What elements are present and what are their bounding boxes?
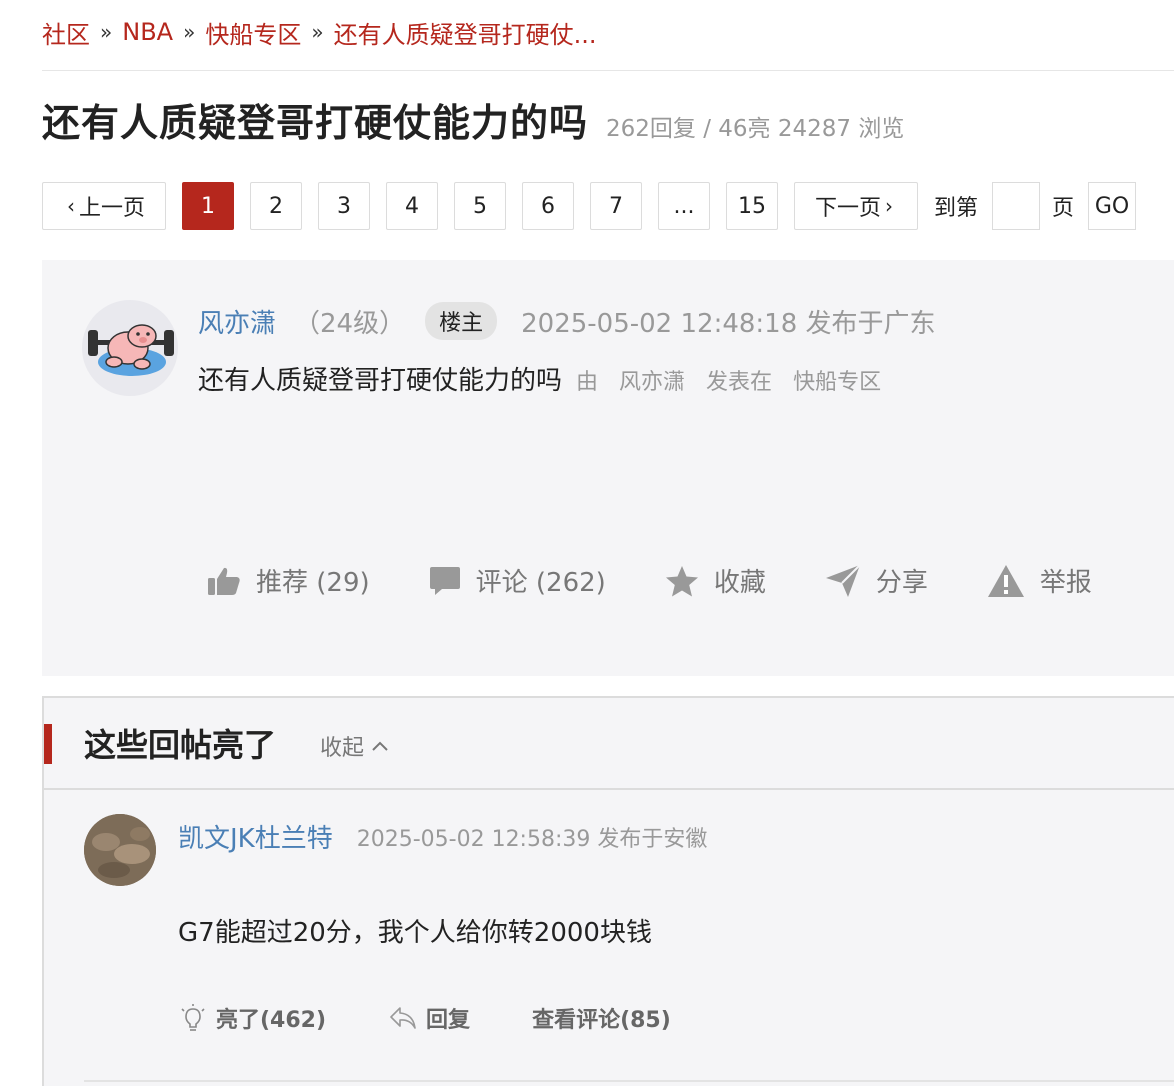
breadcrumb-current-thread[interactable]: 还有人质疑登哥打硬仗...	[334, 15, 597, 50]
page-button-2[interactable]: 2	[250, 182, 302, 230]
recommend-label: 推荐 (29)	[256, 568, 370, 598]
breadcrumb-separator: »	[311, 20, 324, 44]
chevron-left-icon: ‹	[66, 194, 75, 218]
reply-meta: 凯文JK杜兰特 2025-05-02 12:58:39 发布于安徽	[178, 818, 707, 855]
pig-avatar-icon	[88, 324, 174, 376]
page-title: 还有人质疑登哥打硬仗能力的吗	[42, 101, 589, 145]
thread-header: 还有人质疑登哥打硬仗能力的吗 262回复 / 46亮 24287 浏览	[42, 92, 904, 147]
page-button-4[interactable]: 4	[386, 182, 438, 230]
reply-item: 凯文JK杜兰特 2025-05-02 12:58:39 发布于安徽 G7能超过2…	[44, 790, 1174, 1086]
thread-stats: 262回复 / 46亮 24287 浏览	[606, 116, 905, 142]
post-meta: 风亦潇 （24级） 楼主 2025-05-02 12:48:18 发布于广东	[198, 302, 936, 340]
avatar[interactable]	[84, 814, 156, 886]
reply-button[interactable]: 回复	[388, 1002, 470, 1034]
author-level: （24级）	[294, 308, 406, 339]
post-author[interactable]: 风亦潇	[198, 303, 276, 340]
chevron-right-icon: ›	[885, 194, 893, 218]
share-button[interactable]: 分享	[824, 562, 928, 599]
post-time: 2025-05-02 12:48:18 发布于广东	[521, 308, 936, 339]
comment-icon	[429, 566, 460, 595]
post-by-label: 由	[576, 370, 599, 395]
goto-label: 到第	[934, 196, 979, 221]
view-comments-label: 查看评论(85)	[532, 1008, 671, 1033]
chevron-up-icon	[372, 741, 388, 751]
breadcrumb-separator: »	[100, 20, 113, 44]
reply-label: 回复	[426, 1008, 471, 1033]
pagination: ‹ 上一页 1 2 3 4 5 6 7 ... 15 下一页 › 到第 页 GO	[42, 182, 1137, 230]
page-button-3[interactable]: 3	[318, 182, 370, 230]
light-label: 亮了(462)	[216, 1008, 327, 1033]
reply-arrow-icon	[390, 1007, 416, 1029]
thumbs-up-icon	[208, 567, 240, 595]
report-button[interactable]: 举报	[986, 562, 1092, 599]
post-actions: 推荐 (29) 评论 (262) 收藏 分享 举报	[206, 562, 1150, 599]
reply-author[interactable]: 凯文JK杜兰特	[178, 818, 333, 855]
breadcrumb-nba[interactable]: NBA	[122, 18, 173, 46]
view-comments-button[interactable]: 查看评论(85)	[532, 1002, 671, 1034]
collapse-toggle[interactable]: 收起	[320, 730, 390, 762]
page-button-5[interactable]: 5	[454, 182, 506, 230]
avatar[interactable]	[82, 300, 178, 396]
goto-page-unit: 页	[1052, 196, 1075, 221]
reply-time: 2025-05-02 12:58:39 发布于安徽	[356, 826, 708, 852]
next-page-label: 下一页	[814, 196, 881, 221]
page-button-7[interactable]: 7	[590, 182, 642, 230]
owner-badge: 楼主	[425, 302, 498, 340]
divider	[84, 1080, 1174, 1082]
favorite-label: 收藏	[713, 568, 766, 598]
prev-page-label: 上一页	[78, 196, 145, 221]
post-by-author[interactable]: 风亦潇	[619, 370, 685, 395]
post-source: 由 风亦潇 发表在 快船专区	[576, 364, 895, 396]
reply-actions: 亮了(462) 回复 查看评论(85)	[178, 1002, 733, 1034]
post-content: 还有人质疑登哥打硬仗能力的吗	[198, 366, 563, 396]
favorite-button[interactable]: 收藏	[664, 562, 766, 599]
collapse-label: 收起	[320, 736, 365, 761]
breadcrumb-community[interactable]: 社区	[42, 15, 90, 50]
highlighted-replies-header: 这些回帖亮了 收起	[44, 698, 1174, 790]
page-ellipsis: ...	[658, 182, 710, 230]
share-label: 分享	[875, 568, 928, 598]
reply-content: G7能超过20分，我个人给你转2000块钱	[178, 918, 652, 948]
comment-label: 评论 (262)	[475, 568, 606, 598]
goto-page-input[interactable]	[992, 182, 1041, 230]
page-button-1[interactable]: 1	[182, 182, 234, 230]
section-accent-bar	[44, 724, 52, 764]
breadcrumb-separator: »	[183, 20, 196, 44]
share-icon	[825, 563, 861, 597]
prev-page-button[interactable]: ‹ 上一页	[42, 182, 166, 230]
report-label: 举报	[1039, 568, 1092, 598]
next-page-button[interactable]: 下一页 ›	[794, 182, 918, 230]
breadcrumb-clippers[interactable]: 快船专区	[205, 15, 301, 50]
comment-button[interactable]: 评论 (262)	[428, 562, 606, 599]
lightbulb-icon	[181, 1004, 205, 1031]
photo-avatar-icon	[84, 814, 156, 886]
breadcrumb: 社区 » NBA » 快船专区 » 还有人质疑登哥打硬仗...	[42, 14, 596, 50]
star-icon	[665, 565, 698, 596]
post-forum-link[interactable]: 快船专区	[793, 370, 881, 395]
recommend-button[interactable]: 推荐 (29)	[206, 562, 370, 599]
page-button-15[interactable]: 15	[726, 182, 778, 230]
main-post: 风亦潇 （24级） 楼主 2025-05-02 12:48:18 发布于广东 还…	[42, 260, 1174, 676]
page-button-6[interactable]: 6	[522, 182, 574, 230]
light-button[interactable]: 亮了(462)	[178, 1002, 326, 1034]
highlighted-replies: 这些回帖亮了 收起 凯文JK杜兰特 2025-05-02 12:58:39 发布…	[42, 696, 1174, 1086]
go-button[interactable]: GO	[1088, 182, 1137, 230]
warning-icon	[987, 564, 1024, 597]
post-body: 还有人质疑登哥打硬仗能力的吗 由 风亦潇 发表在 快船专区	[198, 360, 895, 397]
section-title: 这些回帖亮了	[84, 726, 277, 764]
divider	[42, 70, 1174, 71]
posted-in-label: 发表在	[706, 370, 773, 395]
